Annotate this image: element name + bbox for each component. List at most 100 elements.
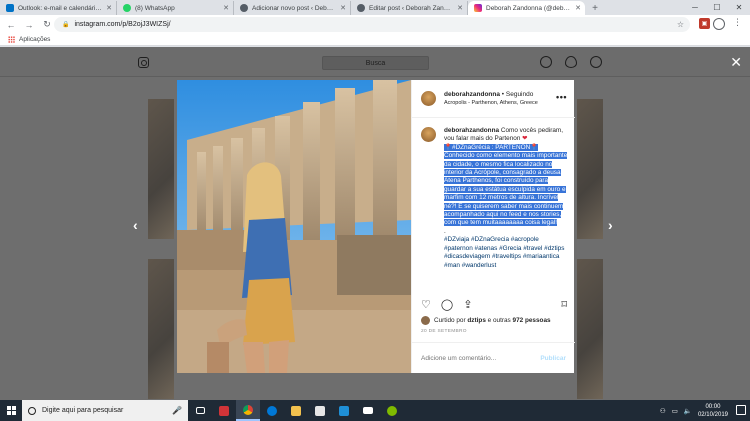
- follow-state[interactable]: • Seguindo: [502, 91, 534, 98]
- location-link[interactable]: Acropolis - Parthenon, Athens, Greece: [444, 100, 538, 106]
- avatar[interactable]: [421, 91, 436, 106]
- minimize-icon[interactable]: ─: [684, 0, 706, 15]
- username-link[interactable]: deborahzandonna: [444, 91, 500, 98]
- next-arrow-icon[interactable]: ›: [608, 217, 613, 233]
- post-date[interactable]: 20 DE SETEMBRO: [421, 329, 467, 334]
- explore-icon[interactable]: [540, 56, 552, 68]
- edge-icon[interactable]: [260, 400, 284, 421]
- taskbar-search-input[interactable]: Digite aqui para pesquisar 🎤: [22, 400, 188, 421]
- post-photo[interactable]: [177, 80, 411, 373]
- post-header-text: deborahzandonna • Seguindo Acropolis - P…: [444, 91, 538, 106]
- tab-title: Outlook: e-mail e calendário pes: [18, 4, 102, 12]
- parthenon-photo-illustration: [177, 80, 411, 373]
- file-explorer-icon[interactable]: [284, 400, 308, 421]
- forward-icon[interactable]: →: [22, 18, 36, 32]
- comment-icon[interactable]: ◯: [441, 299, 453, 313]
- back-icon[interactable]: ←: [4, 18, 18, 32]
- browser-tab-strip: Outlook: e-mail e calendário pes ✕ (8) W…: [0, 0, 750, 15]
- people-icon[interactable]: ⚇: [660, 407, 666, 415]
- tab-outlook[interactable]: Outlook: e-mail e calendário pes ✕: [0, 1, 117, 15]
- reload-icon[interactable]: ↻: [40, 18, 54, 32]
- liked-by-prefix: Curtido por: [434, 317, 466, 324]
- windows-start-icon[interactable]: [0, 400, 22, 421]
- close-tab-icon[interactable]: ✕: [340, 4, 346, 12]
- app-icon-green[interactable]: [380, 400, 404, 421]
- instagram-header: Busca: [0, 47, 750, 77]
- tab-title: Deborah Zandonna (@deborahz: [486, 4, 571, 12]
- mail-icon[interactable]: [356, 400, 380, 421]
- search-input[interactable]: Busca: [322, 56, 429, 70]
- share-icon[interactable]: ⇪: [463, 299, 472, 313]
- maximize-icon[interactable]: ☐: [706, 0, 728, 15]
- taskbar-search-placeholder: Digite aqui para pesquisar: [42, 407, 124, 414]
- caption-username[interactable]: deborahzandonna: [444, 127, 499, 134]
- post-actions: ♡ ◯ ⇪ ⌑: [421, 299, 571, 313]
- lock-icon[interactable]: 🔒: [62, 21, 69, 28]
- publish-button[interactable]: Publicar: [540, 355, 566, 362]
- like-heart-icon[interactable]: ♡: [421, 299, 431, 313]
- microphone-icon[interactable]: 🎤: [172, 406, 182, 415]
- close-window-icon[interactable]: ✕: [728, 0, 750, 15]
- close-tab-icon[interactable]: ✕: [223, 4, 229, 12]
- instagram-logo-icon[interactable]: [138, 57, 149, 68]
- tab-add-post[interactable]: Adicionar novo post ‹ Deborah Z ✕: [234, 1, 351, 15]
- clock-date: 02/10/2019: [697, 411, 728, 418]
- save-bookmark-icon[interactable]: ⌑: [561, 299, 567, 311]
- post-modal: deborahzandonna • Seguindo Acropolis - P…: [177, 80, 575, 373]
- app-icon-blue[interactable]: [332, 400, 356, 421]
- liked-by-user[interactable]: dztips: [467, 317, 485, 324]
- tab-instagram[interactable]: Deborah Zandonna (@deborahz ✕: [468, 1, 585, 15]
- wordpress-icon: [240, 4, 248, 12]
- profile-icon[interactable]: [713, 18, 725, 30]
- liked-by-rest: e outras: [487, 317, 511, 324]
- task-view-icon[interactable]: [188, 400, 212, 421]
- activity-heart-icon[interactable]: [565, 56, 577, 68]
- store-icon[interactable]: [308, 400, 332, 421]
- volume-icon[interactable]: 🔈: [684, 407, 692, 415]
- likes-count[interactable]: 972 pessoas: [513, 317, 551, 324]
- selected-caption-text[interactable]: 📍#DZnaGrécia : PARTENON📍 Conhecido como …: [444, 143, 568, 227]
- bookmark-apps[interactable]: Aplicações: [19, 36, 50, 43]
- menu-kebab-icon[interactable]: ⋮: [733, 17, 742, 28]
- more-options-icon[interactable]: •••: [556, 92, 567, 102]
- taskbar-clock[interactable]: 00:00 02/10/2019: [698, 403, 728, 419]
- chrome-icon[interactable]: [236, 400, 260, 421]
- tab-edit-post[interactable]: Editar post ‹ Deborah Zandonna ✕: [351, 1, 468, 15]
- tab-title: Editar post ‹ Deborah Zandonna: [369, 4, 453, 12]
- profile-icon[interactable]: [590, 56, 602, 68]
- apps-grid-icon[interactable]: [8, 36, 15, 43]
- avatar[interactable]: [421, 127, 436, 142]
- caption-text[interactable]: deborahzandonna Como vocês pediram, vou …: [444, 127, 569, 270]
- address-bar[interactable]: 🔒 instagram.com/p/B2ojJ3WIZSj/ ☆: [54, 17, 690, 32]
- whatsapp-icon: [123, 4, 131, 12]
- caption-comment: deborahzandonna Como vocês pediram, vou …: [421, 127, 569, 270]
- comments-area[interactable]: deborahzandonna Como vocês pediram, vou …: [412, 118, 575, 295]
- close-modal-icon[interactable]: ✕: [730, 54, 742, 71]
- system-tray: ⚇ ▭ 🔈 00:00 02/10/2019: [660, 400, 728, 421]
- background-post-thumbnail: [577, 259, 603, 399]
- close-tab-icon[interactable]: ✕: [575, 4, 581, 12]
- new-tab-button[interactable]: +: [588, 1, 602, 15]
- liker-avatar[interactable]: [421, 316, 430, 325]
- tab-title: (8) WhatsApp: [135, 4, 175, 12]
- outlook-icon: [6, 4, 14, 12]
- notifications-icon[interactable]: [736, 405, 746, 415]
- close-tab-icon[interactable]: ✕: [106, 4, 112, 12]
- extension-icon[interactable]: ▣: [699, 18, 710, 29]
- caption-hashtags[interactable]: #DZviaja #DZnaGrecia #acropole #paternon…: [444, 236, 564, 268]
- bookmark-star-icon[interactable]: ☆: [677, 20, 684, 29]
- wordpress-icon: [357, 4, 365, 12]
- tab-whatsapp[interactable]: (8) WhatsApp ✕: [117, 1, 234, 15]
- cortana-icon: [28, 406, 36, 415]
- window-controls: ─ ☐ ✕: [684, 0, 750, 15]
- previous-arrow-icon[interactable]: ‹: [133, 217, 138, 233]
- browser-toolbar: ← → ↻ 🔒 instagram.com/p/B2ojJ3WIZSj/ ☆ ▣…: [0, 15, 750, 34]
- url-text: instagram.com/p/B2ojJ3WIZSj/: [74, 21, 171, 28]
- background-post-thumbnail: [577, 99, 603, 239]
- close-tab-icon[interactable]: ✕: [457, 4, 463, 12]
- app-icon-red[interactable]: [212, 400, 236, 421]
- post-header: deborahzandonna • Seguindo Acropolis - P…: [412, 80, 575, 118]
- comment-input[interactable]: [421, 354, 541, 362]
- header-icons: [540, 56, 602, 68]
- network-icon[interactable]: ▭: [672, 407, 678, 415]
